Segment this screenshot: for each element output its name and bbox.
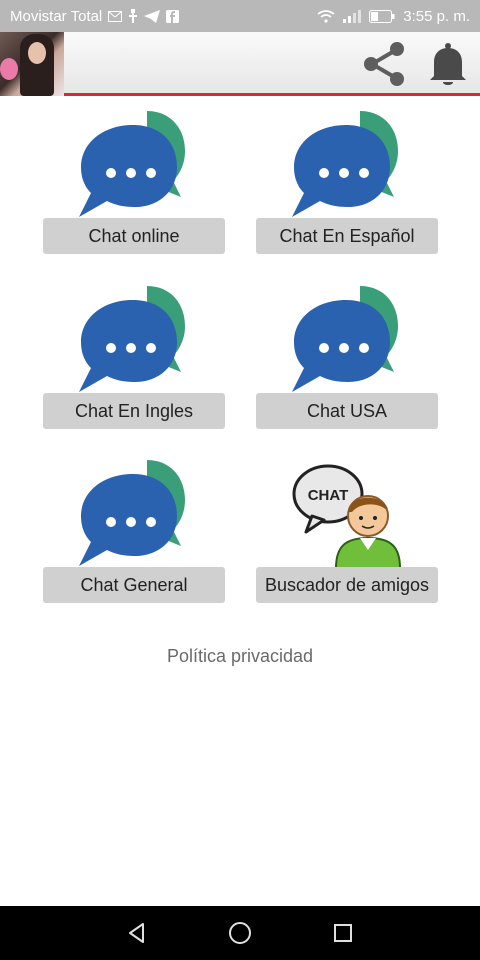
tile-chat-online[interactable]: Chat online xyxy=(43,111,225,256)
back-icon xyxy=(129,923,145,943)
clock: 3:55 p. m. xyxy=(403,7,470,25)
chat-espanol-button[interactable]: Chat En Español xyxy=(256,218,438,254)
share-icon xyxy=(364,42,404,86)
status-bar: Movistar Total 3:55 p. m. xyxy=(0,0,480,32)
chat-ingles-button[interactable]: Chat En Ingles xyxy=(43,393,225,429)
notifications-button[interactable] xyxy=(424,40,472,88)
telegram-icon xyxy=(144,9,161,23)
chat-bubble-icon[interactable] xyxy=(290,111,402,219)
chat-bubble-icon[interactable] xyxy=(77,286,189,394)
recents-button[interactable] xyxy=(323,913,363,953)
facebook-icon xyxy=(166,9,180,23)
chat-online-button[interactable]: Chat online xyxy=(43,218,225,254)
wifi-icon xyxy=(317,9,335,23)
navigation-bar xyxy=(0,906,480,960)
usb-icon xyxy=(128,9,138,23)
share-button[interactable] xyxy=(358,40,410,88)
buscador-amigos-button[interactable]: Buscador de amigos xyxy=(256,567,438,603)
tile-chat-espanol[interactable]: Chat En Español xyxy=(256,111,438,256)
avatar[interactable] xyxy=(0,32,64,96)
chat-bubble-text: CHAT xyxy=(308,487,349,504)
chat-bubble-icon[interactable] xyxy=(290,286,402,394)
mail-icon xyxy=(108,10,123,22)
privacy-policy-link[interactable]: Política privacidad xyxy=(0,646,480,667)
chat-general-button[interactable]: Chat General xyxy=(43,567,225,603)
app-header xyxy=(0,32,480,96)
chat-bubble-icon[interactable] xyxy=(77,111,189,219)
tile-chat-usa[interactable]: Chat USA xyxy=(256,286,438,431)
tile-chat-general[interactable]: Chat General xyxy=(43,460,225,605)
tile-buscador-amigos[interactable]: CHAT Buscador de amigos xyxy=(256,460,438,605)
chat-bubble-icon[interactable] xyxy=(77,460,189,568)
chat-person-icon[interactable]: CHAT xyxy=(290,460,402,568)
recents-icon xyxy=(333,924,352,942)
chat-usa-button[interactable]: Chat USA xyxy=(256,393,438,429)
signal-icon xyxy=(343,9,362,23)
bell-icon xyxy=(430,43,466,85)
home-button[interactable] xyxy=(220,913,260,953)
back-button[interactable] xyxy=(117,913,157,953)
home-icon xyxy=(228,922,251,944)
tile-chat-ingles[interactable]: Chat En Ingles xyxy=(43,286,225,431)
battery-icon xyxy=(369,9,395,23)
carrier-name: Movistar Total xyxy=(10,7,103,25)
